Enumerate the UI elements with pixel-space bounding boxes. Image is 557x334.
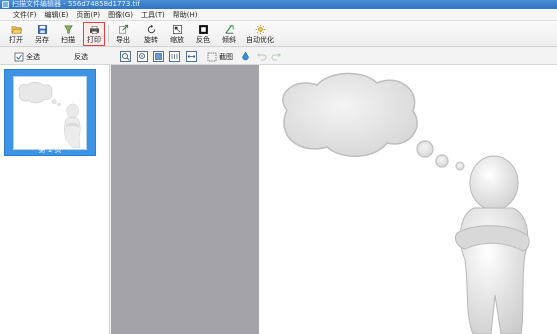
save-as-label: 另存 (35, 36, 49, 44)
menu-tools[interactable]: 工具(T) (137, 9, 169, 21)
zoom-in-icon[interactable] (120, 51, 131, 62)
invert-icon (198, 25, 208, 34)
window-title: 扫描文件编辑器 - 556d74858d1773.tif (12, 0, 140, 8)
auto-optimize-label: 自动优化 (246, 36, 274, 44)
scan-button[interactable]: 扫描 (57, 22, 79, 46)
open-label: 打开 (9, 36, 23, 44)
thumbnail-panel: 第 1 页 (0, 65, 110, 334)
invert-label: 反色 (196, 36, 210, 44)
secondary-toolbar: 全选 反选 截图 (0, 48, 557, 65)
page-canvas[interactable] (259, 65, 557, 334)
deskew-button[interactable]: 倾斜 (218, 22, 240, 46)
fit-width-icon[interactable] (186, 51, 197, 62)
redo-icon[interactable] (271, 51, 282, 62)
menu-page[interactable]: 页面(P) (72, 9, 104, 21)
toolbar: 打开 另存 扫描 打印 导出 旋转 缩放 反色 倾斜 自动优化 (0, 21, 557, 47)
export-icon (118, 24, 128, 34)
page-illustration (282, 72, 530, 334)
scan-label: 扫描 (61, 36, 75, 44)
export-button[interactable]: 导出 (112, 22, 134, 46)
toolbar-divider (108, 25, 109, 43)
open-button[interactable]: 打开 (5, 22, 27, 46)
deskew-icon (224, 25, 234, 34)
thought-bubble-graphic (282, 72, 465, 171)
thumbnail-image (13, 76, 87, 150)
menu-image[interactable]: 图像(G) (104, 9, 137, 21)
auto-optimize-button[interactable]: 自动优化 (246, 22, 274, 46)
thumbnail-label: 第 1 页 (38, 146, 62, 154)
invert-selection-button[interactable]: 反选 (74, 50, 88, 63)
menu-help[interactable]: 帮助(H) (169, 9, 202, 21)
printer-icon (89, 26, 99, 34)
save-as-button[interactable]: 另存 (31, 22, 53, 46)
rotate-label: 旋转 (144, 36, 158, 44)
rotate-icon (147, 24, 155, 34)
zoom-icon (172, 25, 182, 34)
select-all-button[interactable]: 全选 (14, 50, 40, 63)
select-all-icon (14, 52, 24, 61)
menu-file[interactable]: 文件(F) (9, 9, 41, 21)
zoom-out-icon[interactable] (137, 51, 148, 62)
export-label: 导出 (116, 36, 130, 44)
thumbnail-illustration (18, 81, 81, 148)
crop-button[interactable]: 截图 (207, 50, 233, 63)
menu-edit[interactable]: 编辑(E) (41, 9, 73, 21)
print-button[interactable]: 打印 (83, 22, 105, 46)
zoom-label: 缩放 (170, 36, 184, 44)
invert-selection-label: 反选 (74, 52, 88, 61)
workspace (111, 65, 557, 334)
fit-page-icon[interactable] (153, 51, 164, 62)
print-label: 打印 (87, 36, 101, 44)
invert-button[interactable]: 反色 (192, 22, 214, 46)
crop-label: 截图 (219, 52, 233, 61)
undo-icon[interactable] (256, 51, 267, 62)
actual-size-icon[interactable] (169, 51, 180, 62)
ink-drop-icon[interactable] (240, 51, 251, 62)
figure-graphic (454, 155, 530, 334)
brightness-icon (255, 24, 265, 35)
save-icon (37, 25, 47, 34)
rotate-button[interactable]: 旋转 (140, 22, 162, 46)
menu-bar: 文件(F) 编辑(E) 页面(P) 图像(G) 工具(T) 帮助(H) (0, 9, 557, 21)
zoom-button[interactable]: 缩放 (166, 22, 188, 46)
deskew-label: 倾斜 (222, 36, 236, 44)
folder-open-icon (10, 26, 22, 34)
crop-icon (207, 52, 217, 61)
select-all-label: 全选 (26, 52, 40, 61)
app-icon (2, 1, 9, 8)
scan-icon (63, 25, 73, 34)
page-thumbnail[interactable]: 第 1 页 (4, 69, 96, 156)
